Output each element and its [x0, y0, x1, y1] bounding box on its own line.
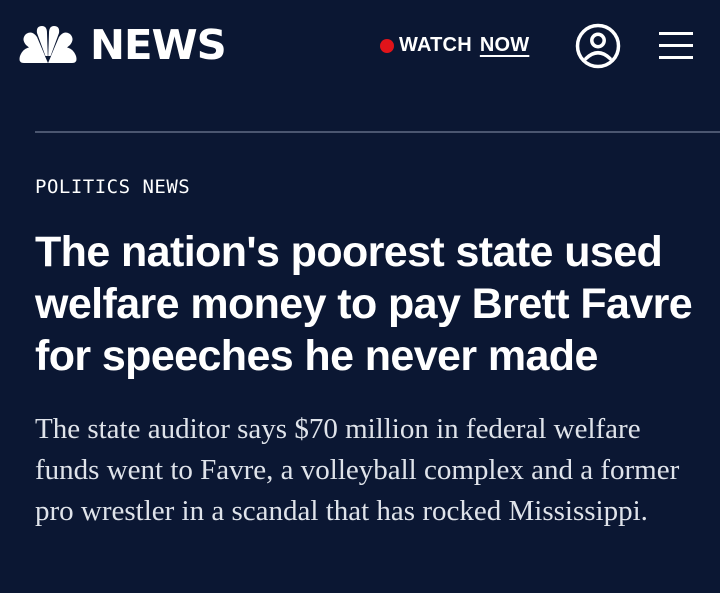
menu-button[interactable] — [659, 29, 693, 61]
watch-label: WATCH — [399, 33, 472, 56]
section-eyebrow-link[interactable]: POLITICS NEWS — [35, 176, 190, 198]
peacock-icon — [19, 26, 77, 63]
page: NEWS WATCH NOW POLITICS NEWS The nation'… — [0, 0, 720, 593]
account-button[interactable] — [575, 23, 621, 69]
article-dek: The state auditor says $70 million in fe… — [35, 413, 680, 527]
account-icon — [575, 23, 621, 69]
nbc-news-logo[interactable]: NEWS — [18, 21, 227, 69]
article-headline: The nation's poorest state used welfare … — [35, 228, 693, 380]
logo-wordmark: NEWS — [90, 21, 227, 69]
now-label: NOW — [479, 33, 530, 56]
hamburger-menu-icon-bar — [659, 44, 693, 47]
live-dot-icon — [380, 38, 394, 53]
site-header: NEWS WATCH NOW — [0, 0, 720, 92]
header-divider — [35, 131, 720, 133]
hamburger-menu-icon — [659, 32, 693, 35]
hamburger-menu-icon-bar — [659, 56, 693, 59]
watch-now-link[interactable]: WATCH NOW — [380, 31, 529, 59]
